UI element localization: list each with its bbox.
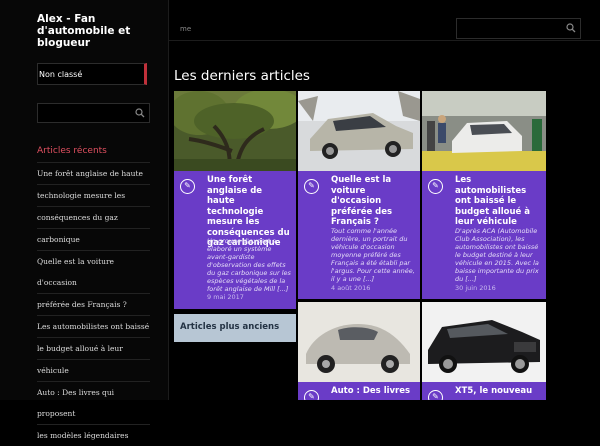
pencil-icon: ✎ [304,390,319,400]
page-heading: Les derniers articles [174,68,310,84]
black-suv-photo [422,302,546,382]
sidebar: Alex - Fan d'automobile et blogueur Non … [0,0,169,440]
recent-post-link[interactable]: conséquences du gaz [37,206,150,228]
recent-post-link[interactable]: Auto : Des livres qui proposent [37,381,150,424]
category-menu-item[interactable]: Non classé [37,63,147,85]
article-card[interactable]: ✎ Quelle est la voiture d'occasion préfé… [298,91,420,299]
recent-post-link[interactable]: Une forêt anglaise de haute [37,162,150,184]
pencil-icon: ✎ [428,179,443,194]
article-date: 9 mai 2017 [207,293,244,301]
silver-sedan-photo [298,91,420,171]
article-title[interactable]: Auto : Des livres [331,386,415,397]
recent-posts-list: Une forêt anglaise de haute technologie … [37,162,150,446]
older-articles-link[interactable]: Articles plus anciens [174,314,296,342]
article-card[interactable]: ✎ Les automobilistes ont baissé le budge… [422,91,546,299]
recent-post-link[interactable]: Quelle est la voiture d'occasion [37,250,150,293]
recent-post-link[interactable]: véhicule [37,359,150,381]
search-icon[interactable] [135,108,145,118]
article-excerpt: D'après ACA (Automobile Club Association… [455,227,539,283]
recent-post-link[interactable]: Les automobilistes ont baissé [37,315,150,337]
car-factory-photo [422,91,546,171]
article-card[interactable]: ✎ Auto : Des livres [298,302,420,400]
pencil-icon: ✎ [180,179,195,194]
article-date: 4 août 2016 [331,284,371,292]
article-card[interactable]: ✎ Une forêt anglaise de haute technologi… [174,91,296,309]
article-title[interactable]: Les automobilistes ont baissé le budget … [455,175,541,228]
recent-post-link[interactable]: le budget alloué à leur [37,337,150,359]
recent-post-link[interactable]: technologie mesure les [37,184,150,206]
article-excerpt: Un groupe d'expert a élaboré un système … [207,237,291,293]
recent-post-link[interactable]: carbonique [37,228,150,250]
sidebar-search-input[interactable] [42,107,131,119]
top-bar: me [168,0,600,41]
recent-post-link[interactable]: préférée des Français ? [37,293,150,315]
older-articles-label: Articles plus anciens [180,322,280,332]
breadcrumb[interactable]: me [180,25,191,33]
pencil-icon: ✎ [428,390,443,400]
article-title[interactable]: Quelle est la voiture d'occasion préféré… [331,175,415,228]
article-excerpt: Tout comme l'année dernière, un portrait… [331,227,415,283]
article-card[interactable]: ✎ XT5, le nouveau [422,302,546,400]
classic-porsche-photo [298,302,420,382]
pencil-icon: ✎ [304,179,319,194]
search-icon[interactable] [566,23,576,33]
recent-post-link[interactable]: les modèles légendaires [37,424,150,446]
article-date: 30 juin 2016 [455,284,496,292]
recent-posts-title: Articles récents [37,146,107,156]
sidebar-search [37,103,150,123]
article-title[interactable]: XT5, le nouveau [455,386,541,397]
forest-photo [174,91,296,171]
top-search-input[interactable] [461,22,560,34]
top-search [456,18,581,39]
site-title[interactable]: Alex - Fan d'automobile et blogueur [37,13,147,49]
